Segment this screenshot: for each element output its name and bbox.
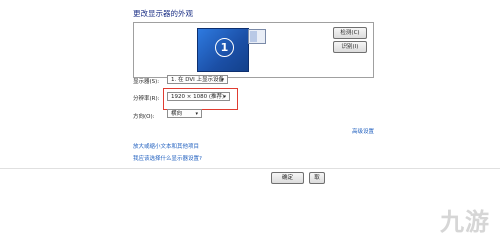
monitor-2-screen <box>250 31 257 42</box>
display-select-value: 1. 在 DVI 上显示设备 <box>171 77 225 83</box>
page-title: 更改显示器的外观 <box>133 9 193 18</box>
resolution-select[interactable]: 1920 × 1080 (推荐) ▾ <box>167 92 230 101</box>
advanced-settings-link[interactable]: 高级设置 <box>352 127 374 135</box>
watermark-logo: 九游 <box>440 208 490 236</box>
orientation-select-value: 横向 <box>171 111 183 117</box>
orientation-label: 方向(O): <box>133 114 155 120</box>
text-size-link[interactable]: 放大或缩小文本和其他项目 <box>133 142 199 150</box>
cancel-button[interactable]: 取 <box>309 172 325 184</box>
monitor-2[interactable] <box>248 29 266 44</box>
chevron-down-icon: ▾ <box>195 111 198 117</box>
resolution-label: 分辨率(R): <box>133 96 160 102</box>
chevron-down-icon: ▾ <box>223 94 226 100</box>
resolution-select-value: 1920 × 1080 (推荐) <box>171 94 225 100</box>
identify-button[interactable]: 识别(I) <box>333 41 367 53</box>
monitor-1[interactable]: 1 <box>197 28 249 72</box>
chevron-down-icon: ▾ <box>221 77 224 83</box>
ok-button[interactable]: 确定 <box>271 172 304 184</box>
monitor-number: 1 <box>215 38 234 57</box>
display-select[interactable]: 1. 在 DVI 上显示设备 ▾ <box>167 75 228 84</box>
orientation-select[interactable]: 横向 ▾ <box>167 109 202 118</box>
divider <box>0 168 500 169</box>
detect-button[interactable]: 检测(C) <box>333 27 367 39</box>
display-settings-help-link[interactable]: 我应该选择什么显示器设置? <box>133 154 202 162</box>
display-label: 显示器(S): <box>133 79 160 85</box>
